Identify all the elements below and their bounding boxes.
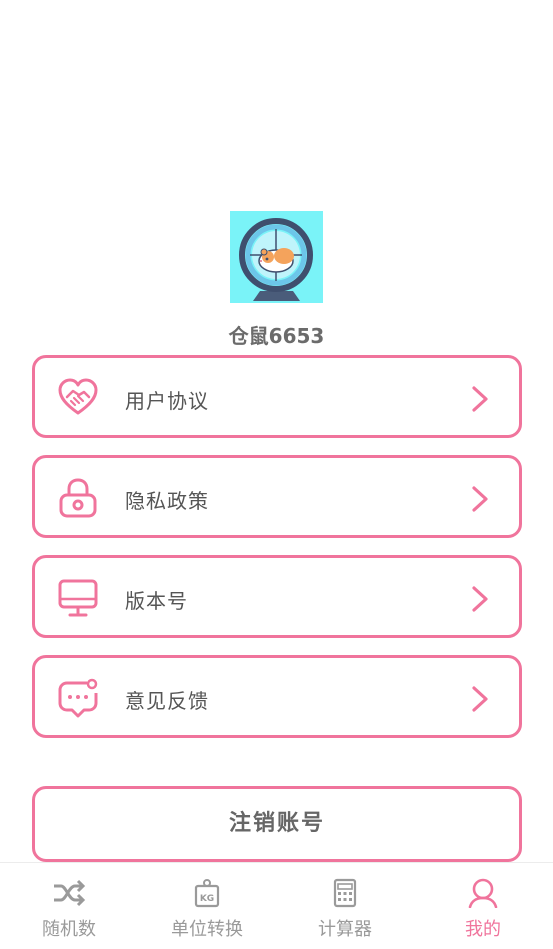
lock-icon: [59, 478, 97, 518]
user-icon: [468, 878, 498, 908]
menu-item-privacy-policy[interactable]: 隐私政策: [32, 455, 522, 538]
handshake-heart-icon: [58, 378, 98, 415]
avatar[interactable]: [230, 211, 323, 303]
chevron-right-icon: [472, 486, 488, 512]
username: 仓鼠6653: [228, 324, 325, 348]
menu-item-label: 版本号: [125, 589, 188, 613]
shuffle-icon: [54, 879, 86, 907]
chevron-right-icon: [472, 686, 488, 712]
calculator-icon: [333, 878, 357, 908]
tab-random[interactable]: 随机数: [0, 863, 138, 949]
tab-unit-convert[interactable]: KG 单位转换: [138, 863, 276, 949]
tab-label: 单位转换: [171, 919, 243, 940]
chat-bubble-icon: [58, 678, 98, 718]
tab-mine[interactable]: 我的: [414, 863, 552, 949]
menu-item-user-agreement[interactable]: 用户协议: [32, 355, 522, 438]
tab-label: 计算器: [318, 919, 372, 940]
deregister-account-button[interactable]: 注销账号: [32, 786, 522, 862]
tab-label: 随机数: [42, 919, 96, 940]
tab-label: 我的: [465, 919, 501, 940]
hamster-wheel-icon: [239, 218, 313, 301]
bottom-tab-bar: 随机数 KG 单位转换 计算器 我的: [0, 862, 553, 949]
svg-text:KG: KG: [200, 894, 214, 904]
chevron-right-icon: [472, 586, 488, 612]
menu-item-label: 意见反馈: [125, 689, 209, 713]
weight-kg-icon: KG: [194, 879, 220, 908]
menu-item-feedback[interactable]: 意见反馈: [32, 655, 522, 738]
menu-item-version[interactable]: 版本号: [32, 555, 522, 638]
menu-item-label: 隐私政策: [125, 489, 209, 513]
chevron-right-icon: [472, 386, 488, 412]
monitor-icon: [58, 579, 98, 617]
tab-calculator[interactable]: 计算器: [276, 863, 414, 949]
menu-item-label: 用户协议: [125, 389, 209, 413]
